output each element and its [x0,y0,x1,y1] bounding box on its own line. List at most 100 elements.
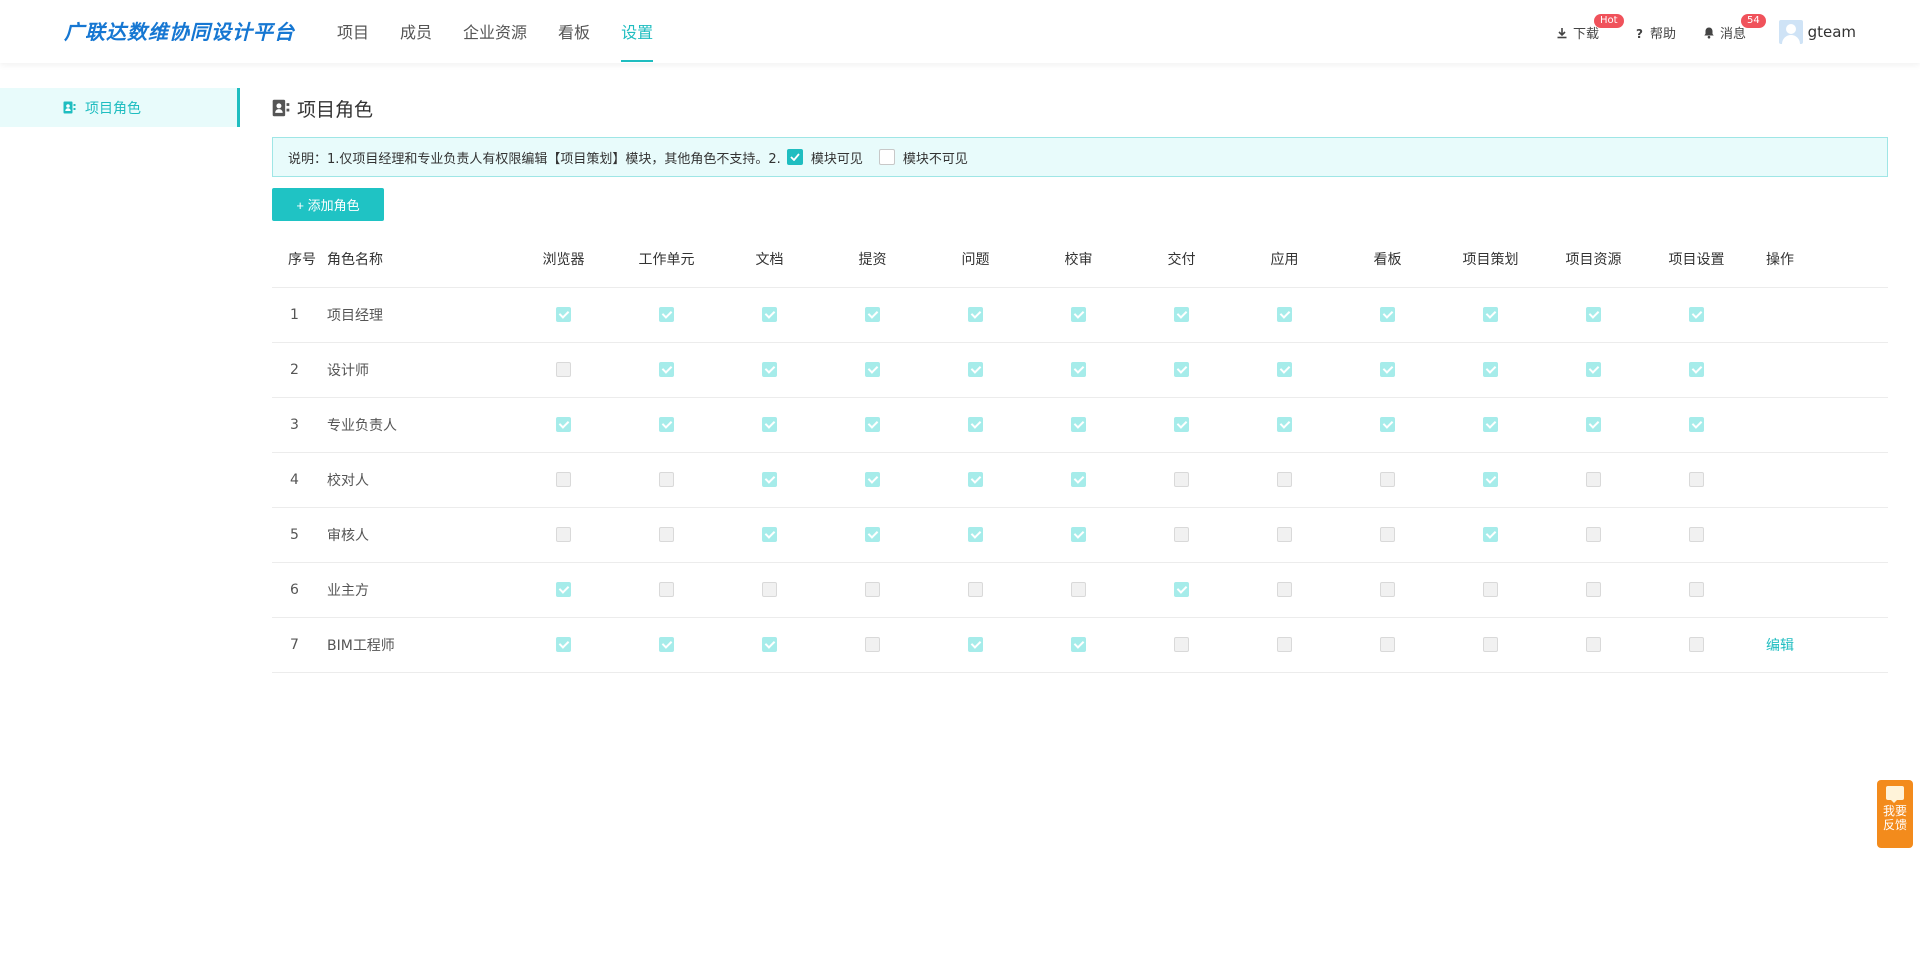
permission-checkbox-checked[interactable] [1483,527,1498,542]
permission-checkbox-unchecked[interactable] [659,527,674,542]
permission-cell [924,562,1027,618]
permission-checkbox-unchecked[interactable] [1586,637,1601,652]
permission-checkbox-unchecked[interactable] [1380,472,1395,487]
permission-checkbox-checked[interactable] [1689,307,1704,322]
nav-item-enterprise-resources[interactable]: 企业资源 [463,0,527,63]
permission-checkbox-unchecked[interactable] [1380,637,1395,652]
permission-checkbox-checked[interactable] [1380,307,1395,322]
permission-checkbox-checked[interactable] [1277,417,1292,432]
permission-checkbox-checked[interactable] [1380,417,1395,432]
permission-checkbox-checked[interactable] [556,417,571,432]
permission-checkbox-unchecked[interactable] [1174,527,1189,542]
permission-checkbox-unchecked[interactable] [1586,582,1601,597]
permission-checkbox-unchecked[interactable] [1689,582,1704,597]
permission-checkbox-checked[interactable] [762,472,777,487]
permission-checkbox-checked[interactable] [762,307,777,322]
sidebar-item-project-roles[interactable]: 项目角色 [0,88,240,127]
permission-checkbox-unchecked[interactable] [1483,582,1498,597]
permission-checkbox-unchecked[interactable] [865,582,880,597]
permission-checkbox-checked[interactable] [1586,307,1601,322]
app-logo[interactable]: 广联达数维协同设计平台 [64,16,295,45]
permission-checkbox-unchecked[interactable] [1586,527,1601,542]
permission-checkbox-checked[interactable] [968,637,983,652]
permission-checkbox-checked[interactable] [865,362,880,377]
permission-checkbox-checked[interactable] [1689,417,1704,432]
nav-item-members[interactable]: 成员 [400,0,432,63]
permission-checkbox-checked[interactable] [556,582,571,597]
permission-checkbox-checked[interactable] [1071,362,1086,377]
nav-item-projects[interactable]: 项目 [337,0,369,63]
permission-checkbox-checked[interactable] [1174,307,1189,322]
permission-checkbox-checked[interactable] [1071,637,1086,652]
nav-item-settings[interactable]: 设置 [621,0,654,63]
permission-checkbox-checked[interactable] [1071,472,1086,487]
permission-checkbox-checked[interactable] [1174,582,1189,597]
messages-button[interactable]: 消息 54 [1703,14,1766,42]
permission-checkbox-checked[interactable] [1586,417,1601,432]
permission-checkbox-checked[interactable] [659,417,674,432]
permission-checkbox-checked[interactable] [1380,362,1395,377]
permission-checkbox-checked[interactable] [1586,362,1601,377]
permission-checkbox-unchecked[interactable] [1689,527,1704,542]
add-role-button[interactable]: + 添加角色 [272,188,384,221]
permission-checkbox-unchecked[interactable] [1277,527,1292,542]
permission-checkbox-checked[interactable] [1689,362,1704,377]
permission-checkbox-checked[interactable] [1277,362,1292,377]
permission-checkbox-checked[interactable] [865,527,880,542]
permission-checkbox-checked[interactable] [1071,417,1086,432]
permission-checkbox-unchecked[interactable] [1380,527,1395,542]
permission-checkbox-unchecked[interactable] [1174,637,1189,652]
permission-checkbox-checked[interactable] [968,527,983,542]
permission-checkbox-unchecked[interactable] [1174,472,1189,487]
permission-checkbox-unchecked[interactable] [865,637,880,652]
permission-checkbox-checked[interactable] [1483,472,1498,487]
permission-checkbox-checked[interactable] [762,637,777,652]
permission-checkbox-unchecked[interactable] [968,582,983,597]
user-menu[interactable]: gteam [1778,20,1856,44]
permission-checkbox-checked[interactable] [968,307,983,322]
permission-checkbox-unchecked[interactable] [762,582,777,597]
help-button[interactable]: ? 帮助 [1635,23,1676,43]
permission-checkbox-checked[interactable] [1174,417,1189,432]
permission-checkbox-checked[interactable] [968,362,983,377]
permission-checkbox-unchecked[interactable] [659,472,674,487]
permission-checkbox-checked[interactable] [1483,362,1498,377]
permission-checkbox-unchecked[interactable] [1380,582,1395,597]
permission-checkbox-checked[interactable] [865,307,880,322]
permission-checkbox-unchecked[interactable] [1689,637,1704,652]
column-header-module: 应用 [1233,232,1336,288]
permission-checkbox-checked[interactable] [1071,307,1086,322]
permission-checkbox-checked[interactable] [762,362,777,377]
permission-checkbox-unchecked[interactable] [1689,472,1704,487]
edit-role-link[interactable]: 编辑 [1766,638,1794,654]
permission-checkbox-checked[interactable] [659,307,674,322]
permission-checkbox-checked[interactable] [1174,362,1189,377]
permission-checkbox-checked[interactable] [659,362,674,377]
permission-checkbox-checked[interactable] [556,637,571,652]
permission-checkbox-unchecked[interactable] [1483,637,1498,652]
permission-checkbox-unchecked[interactable] [1071,582,1086,597]
permission-checkbox-checked[interactable] [968,472,983,487]
permission-checkbox-checked[interactable] [659,637,674,652]
feedback-button[interactable]: 我要 反馈 [1877,780,1913,848]
permission-checkbox-checked[interactable] [865,417,880,432]
permission-checkbox-unchecked[interactable] [556,527,571,542]
permission-checkbox-checked[interactable] [865,472,880,487]
permission-checkbox-unchecked[interactable] [1277,637,1292,652]
permission-checkbox-checked[interactable] [1483,307,1498,322]
permission-checkbox-unchecked[interactable] [659,582,674,597]
nav-item-dashboard[interactable]: 看板 [558,0,590,63]
permission-checkbox-checked[interactable] [1483,417,1498,432]
permission-checkbox-checked[interactable] [1277,307,1292,322]
permission-checkbox-checked[interactable] [762,527,777,542]
download-button[interactable]: 下载 Hot [1556,14,1624,42]
permission-checkbox-checked[interactable] [968,417,983,432]
permission-checkbox-unchecked[interactable] [1586,472,1601,487]
permission-checkbox-unchecked[interactable] [1277,472,1292,487]
permission-checkbox-unchecked[interactable] [556,362,571,377]
permission-checkbox-unchecked[interactable] [556,472,571,487]
permission-checkbox-checked[interactable] [1071,527,1086,542]
permission-checkbox-unchecked[interactable] [1277,582,1292,597]
permission-checkbox-checked[interactable] [762,417,777,432]
permission-checkbox-checked[interactable] [556,307,571,322]
